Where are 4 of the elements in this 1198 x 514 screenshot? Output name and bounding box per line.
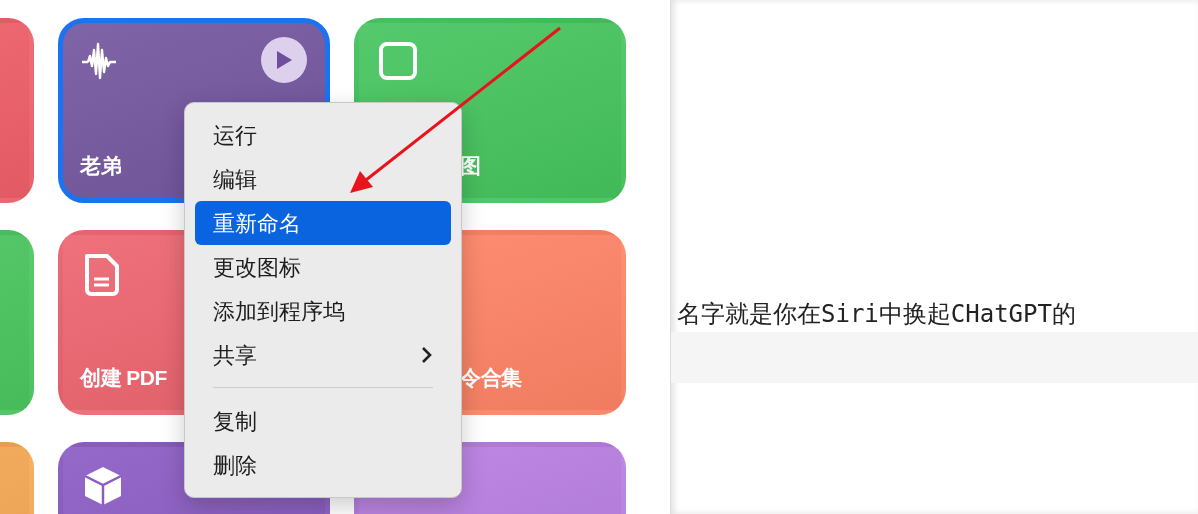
tile-title: 创建 PDF xyxy=(80,367,167,388)
editor-text: 名字就是你在Siri中换起CHatGPT的 xyxy=(676,299,1077,330)
tile-title: 令合集 xyxy=(460,367,522,388)
tile-title: 老弟 xyxy=(80,155,121,176)
